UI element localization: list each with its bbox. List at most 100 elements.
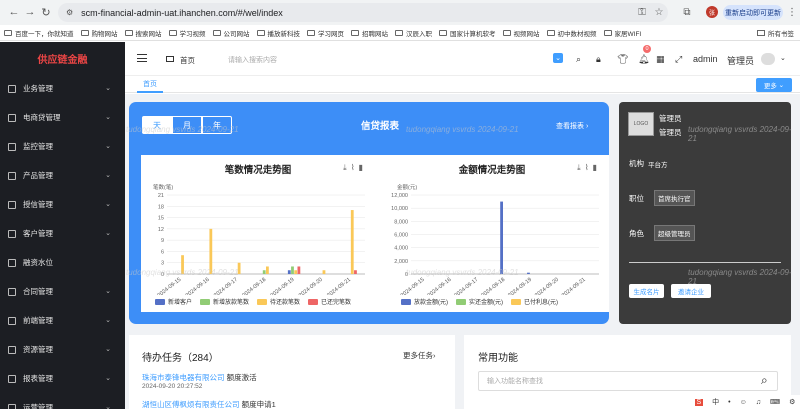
bookmark-item[interactable]: 学习网页 <box>307 28 344 38</box>
legend-item[interactable]: 实还金额(元) <box>456 297 503 306</box>
legend-item[interactable]: 已还完笔数 <box>308 297 351 306</box>
more-label: 更多 <box>763 83 777 90</box>
tab-home[interactable]: 首页 <box>137 77 163 93</box>
legend-item[interactable]: 已付利息(元) <box>511 297 558 306</box>
x-tick-label: 2024-09-19 <box>270 277 296 295</box>
key-icon[interactable]: ⚿ <box>635 5 649 19</box>
ime-logo-icon[interactable]: S <box>694 398 704 406</box>
ime-lang-icon[interactable]: 中 <box>712 397 719 407</box>
todo-action: 额度申请1 <box>241 400 276 409</box>
sidebar-item[interactable]: 客户管理 ⌄ <box>0 219 125 248</box>
address-bar[interactable]: ⚙ scm-financial-admin-uat.ihanchen.com/#… <box>58 3 668 22</box>
menu-item-icon <box>8 345 16 354</box>
invite-company-button[interactable]: 邀请企业 <box>671 284 711 298</box>
x-tick-label: 2024-09-17 <box>454 277 480 295</box>
watermark: tudongqiang vsvrds 2024-09-21 <box>688 268 792 286</box>
folder-icon <box>351 29 359 36</box>
sidebar-item[interactable]: 融资水位 <box>0 248 125 277</box>
view-report-link[interactable]: 查看报表 › <box>556 121 588 131</box>
folder-icon <box>256 29 265 36</box>
grid-icon[interactable]: ▦ <box>656 54 665 65</box>
legend-item[interactable]: 待还款笔数 <box>257 297 300 306</box>
legend-swatch <box>511 298 521 305</box>
search-icon[interactable]: ⌕ <box>761 373 768 388</box>
bookmark-item[interactable]: 购物网站 <box>80 28 118 38</box>
folder-icon <box>395 29 403 36</box>
sidebar-item[interactable]: 合同管理 ⌄ <box>0 277 125 306</box>
sidebar-item[interactable]: 前端管理 ⌄ <box>0 306 125 335</box>
sidebar-item[interactable]: 资源管理 ⌄ <box>0 335 125 364</box>
profile-avatar[interactable]: 张 <box>706 6 718 18</box>
search-icon[interactable]: ⌕ <box>576 54 581 65</box>
bookmarks-bar: 百度一下，你就知道 购物网站 搜索网站 学习视频 公司网站 播放新科技 学习网页 招聘网站 汉辰… <box>0 25 800 41</box>
fullscreen-icon[interactable]: ⤢ <box>675 54 682 65</box>
reload-icon[interactable]: ↻ <box>38 4 54 20</box>
bookmark-item[interactable]: 初中数材视频 <box>546 28 597 38</box>
bar <box>350 210 354 274</box>
forward-icon[interactable]: → <box>22 4 38 20</box>
bookmark-item[interactable]: 播放新科技 <box>256 28 300 38</box>
watermark: tudongqiang vsvrds 2024-09-21 <box>126 268 239 277</box>
bar <box>322 270 326 274</box>
ime-mic-icon[interactable]: ♫ <box>756 399 761 406</box>
legend-item[interactable]: 新增放款笔数 <box>200 297 249 306</box>
chevron-down-icon: ⌄ <box>105 85 111 92</box>
menu-toggle-icon[interactable] <box>137 54 147 62</box>
dropdown-toggle-icon[interactable]: ⌄ <box>553 53 563 63</box>
todo-company[interactable]: 珠海市泰锋电器有限公司 <box>142 373 225 382</box>
ime-emoji-icon[interactable]: ☺ <box>740 399 747 406</box>
sidebar-item[interactable]: 产品管理 ⌄ <box>0 161 125 190</box>
bar <box>297 266 301 274</box>
todo-item[interactable]: 湖恒山区傅枫烦有限责任公司 额度申请1 <box>142 399 276 409</box>
back-icon[interactable]: ← <box>6 4 22 20</box>
sidebar-item[interactable]: 报表管理 ⌄ <box>0 364 125 393</box>
sidebar-item-label: 电商贷管理 <box>23 113 61 122</box>
header-search-input[interactable]: 请输入搜索内容 <box>228 55 277 65</box>
todo-company[interactable]: 湖恒山区傅枫烦有限责任公司 <box>142 400 240 409</box>
bookmark-label: 国家计算机软考 <box>450 30 496 38</box>
restart-update-button[interactable]: 重新启动即可更新 <box>723 5 783 20</box>
lock-icon[interactable]: 🔒︎ <box>596 54 601 65</box>
legend-swatch <box>200 298 211 305</box>
bell-icon[interactable]: 🔔︎ <box>638 54 649 65</box>
sidebar-item[interactable]: 授信管理 ⌄ <box>0 190 125 219</box>
folder-icon <box>4 29 12 36</box>
user-avatar[interactable] <box>761 53 775 65</box>
extensions-icon[interactable]: ⧉ <box>680 5 694 19</box>
count-chart-card: 笔数情况走势图 ⤓⌇▮ 笔数(笔) 0 3 6 9 12 15 18 21 2024-09-15 2… <box>141 155 375 312</box>
generate-card-button[interactable]: 生成名片 <box>629 284 664 298</box>
bookmark-star-icon[interactable]: ☆ <box>652 5 666 19</box>
bar <box>287 270 291 274</box>
bookmark-item[interactable]: 百度一下，你就知道 <box>4 28 74 38</box>
function-search-input[interactable]: 输入功能名称查找 <box>478 371 778 391</box>
bar <box>291 266 294 274</box>
bookmark-item[interactable]: 招聘网站 <box>351 28 388 38</box>
ime-keyboard-icon[interactable]: ⌨ <box>770 398 780 406</box>
bookmark-item[interactable]: 搜索网站 <box>124 28 162 38</box>
bar <box>262 270 266 274</box>
sidebar-item[interactable]: 监控管理 ⌄ <box>0 132 125 161</box>
more-button[interactable]: 更多 ⌄ <box>756 78 792 92</box>
todo-title: 待办任务（284） <box>142 353 219 364</box>
sidebar-item[interactable]: 业务管理 ⌄ <box>0 74 125 103</box>
chevron-down-icon: ⌄ <box>105 346 111 353</box>
bookmark-item[interactable]: 学习视频 <box>168 28 206 38</box>
todo-item[interactable]: 珠海市泰锋电器有限公司 额度激活 <box>142 372 257 383</box>
legend-item[interactable]: 新增客户 <box>155 297 192 306</box>
legend-item[interactable]: 放款金额(元) <box>401 297 448 306</box>
more-tasks-link[interactable]: 更多任务› <box>403 350 436 361</box>
sidebar-item[interactable]: 运营管理 ⌄ <box>0 393 125 409</box>
site-info-icon[interactable]: ⚙ <box>66 8 73 17</box>
sidebar-item[interactable]: 电商贷管理 ⌄ <box>0 103 125 132</box>
shirt-icon[interactable]: 👕︎ <box>617 54 628 65</box>
bookmark-item[interactable]: 汉辰入职 <box>395 28 432 38</box>
bookmark-item[interactable]: 公司网站 <box>212 28 250 38</box>
bookmark-item[interactable]: 国家计算机软考 <box>439 28 496 38</box>
bookmark-item[interactable]: 视频网站 <box>502 28 540 38</box>
chevron-down-icon[interactable]: ⌄ <box>780 54 786 62</box>
ime-settings-icon[interactable]: ⚙ <box>789 398 795 406</box>
bookmark-item[interactable]: 家居WIFI <box>603 28 641 38</box>
ime-punct-icon[interactable]: • <box>728 399 730 406</box>
menu-kebab-icon[interactable]: ⋮ <box>785 5 799 19</box>
all-bookmarks[interactable]: 所有书签 <box>757 28 794 38</box>
